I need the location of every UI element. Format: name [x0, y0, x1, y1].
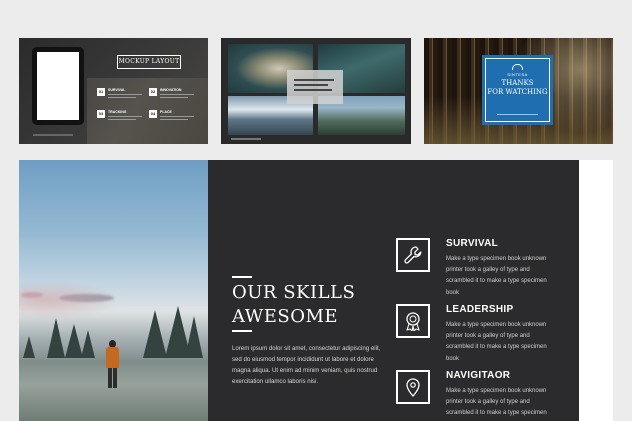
- slide-margin: [579, 160, 613, 421]
- brand-name: SINTESA: [507, 72, 528, 77]
- tree: [143, 310, 167, 358]
- intro-paragraph: Lorem ipsum dolor sit amet, consectetur …: [232, 345, 381, 385]
- text-line: [160, 97, 188, 98]
- heading-line-2: AWESOME: [232, 306, 339, 327]
- heading-line-1: OUR SKILLS: [232, 282, 356, 303]
- sky-glow: [19, 280, 119, 320]
- tablet-mockup: [32, 47, 84, 125]
- text-line: [160, 116, 194, 117]
- thumbnail-mockup-layout[interactable]: MOCKUP LAYOUT 01 SURVIVAL 02 INNOVATION …: [19, 38, 208, 144]
- thumbnail-photo-grid[interactable]: [221, 38, 411, 144]
- thanks-title: THANKS FOR WATCHING: [482, 79, 553, 97]
- skill-description: Make a type specimen book unknown printe…: [446, 322, 547, 362]
- thumbnail-thanks[interactable]: SINTESA THANKS FOR WATCHING: [424, 38, 613, 144]
- feature-item: 03 TRACKING: [97, 110, 145, 124]
- skill-description: Make a type specimen book unknown printe…: [446, 388, 547, 417]
- logo-icon: [512, 64, 523, 70]
- skills-panel: OUR SKILLS AWESOME Lorem ipsum dolor sit…: [208, 160, 579, 421]
- thanks-line-2: FOR WATCHING: [487, 88, 548, 96]
- text-card: [287, 70, 343, 104]
- tree: [185, 316, 203, 358]
- thanks-line-1: THANKS: [501, 79, 534, 87]
- skill-title: SURVIVAL: [446, 238, 499, 249]
- skill-title: NAVIGITAOR: [446, 370, 511, 381]
- feature-label: SURVIVAL: [108, 88, 126, 92]
- text-line: [108, 119, 136, 120]
- tree: [23, 336, 35, 358]
- hiker-leg: [108, 368, 112, 388]
- tree: [81, 330, 95, 358]
- feature-number: 02: [149, 88, 157, 96]
- feature-item: 01 SURVIVAL: [97, 88, 145, 102]
- text-line: [108, 116, 142, 117]
- text-line: [108, 94, 142, 95]
- main-slide-preview[interactable]: OUR SKILLS AWESOME Lorem ipsum dolor sit…: [19, 160, 613, 421]
- feature-item: 04 PLACE: [149, 110, 197, 124]
- skill-description: Make a type specimen book unknown printe…: [446, 256, 547, 296]
- hiker-photo: [19, 160, 208, 421]
- hiker: [105, 340, 119, 390]
- text-line: [160, 119, 188, 120]
- wrench-icon: [396, 238, 430, 272]
- feature-label: TRACKING: [108, 110, 127, 114]
- footer-line: [231, 138, 261, 140]
- text-line: [108, 97, 136, 98]
- heading-top-rule: [232, 276, 252, 278]
- feature-number: 03: [97, 110, 105, 118]
- feature-number: 04: [149, 110, 157, 118]
- tree: [47, 318, 65, 358]
- text-line: [294, 84, 328, 86]
- footer-line: [33, 134, 73, 136]
- skill-title: LEADERSHIP: [446, 304, 514, 315]
- heading-bottom-rule: [232, 330, 252, 332]
- feature-number: 01: [97, 88, 105, 96]
- text-line: [294, 79, 334, 81]
- feature-label: PLACE: [160, 110, 172, 114]
- hiker-leg: [113, 368, 117, 388]
- feature-label: INNOVATION: [160, 88, 182, 92]
- text-line: [497, 113, 538, 115]
- thanks-card: SINTESA THANKS FOR WATCHING: [482, 55, 553, 125]
- map-pin-icon: [396, 370, 430, 404]
- feature-item: 02 INNOVATION: [149, 88, 197, 102]
- text-line: [294, 89, 332, 91]
- mockup-layout-badge: MOCKUP LAYOUT: [117, 55, 181, 69]
- text-line: [160, 94, 194, 95]
- tablet-screen: [37, 52, 79, 120]
- award-icon: [396, 304, 430, 338]
- hiker-jacket: [106, 347, 119, 368]
